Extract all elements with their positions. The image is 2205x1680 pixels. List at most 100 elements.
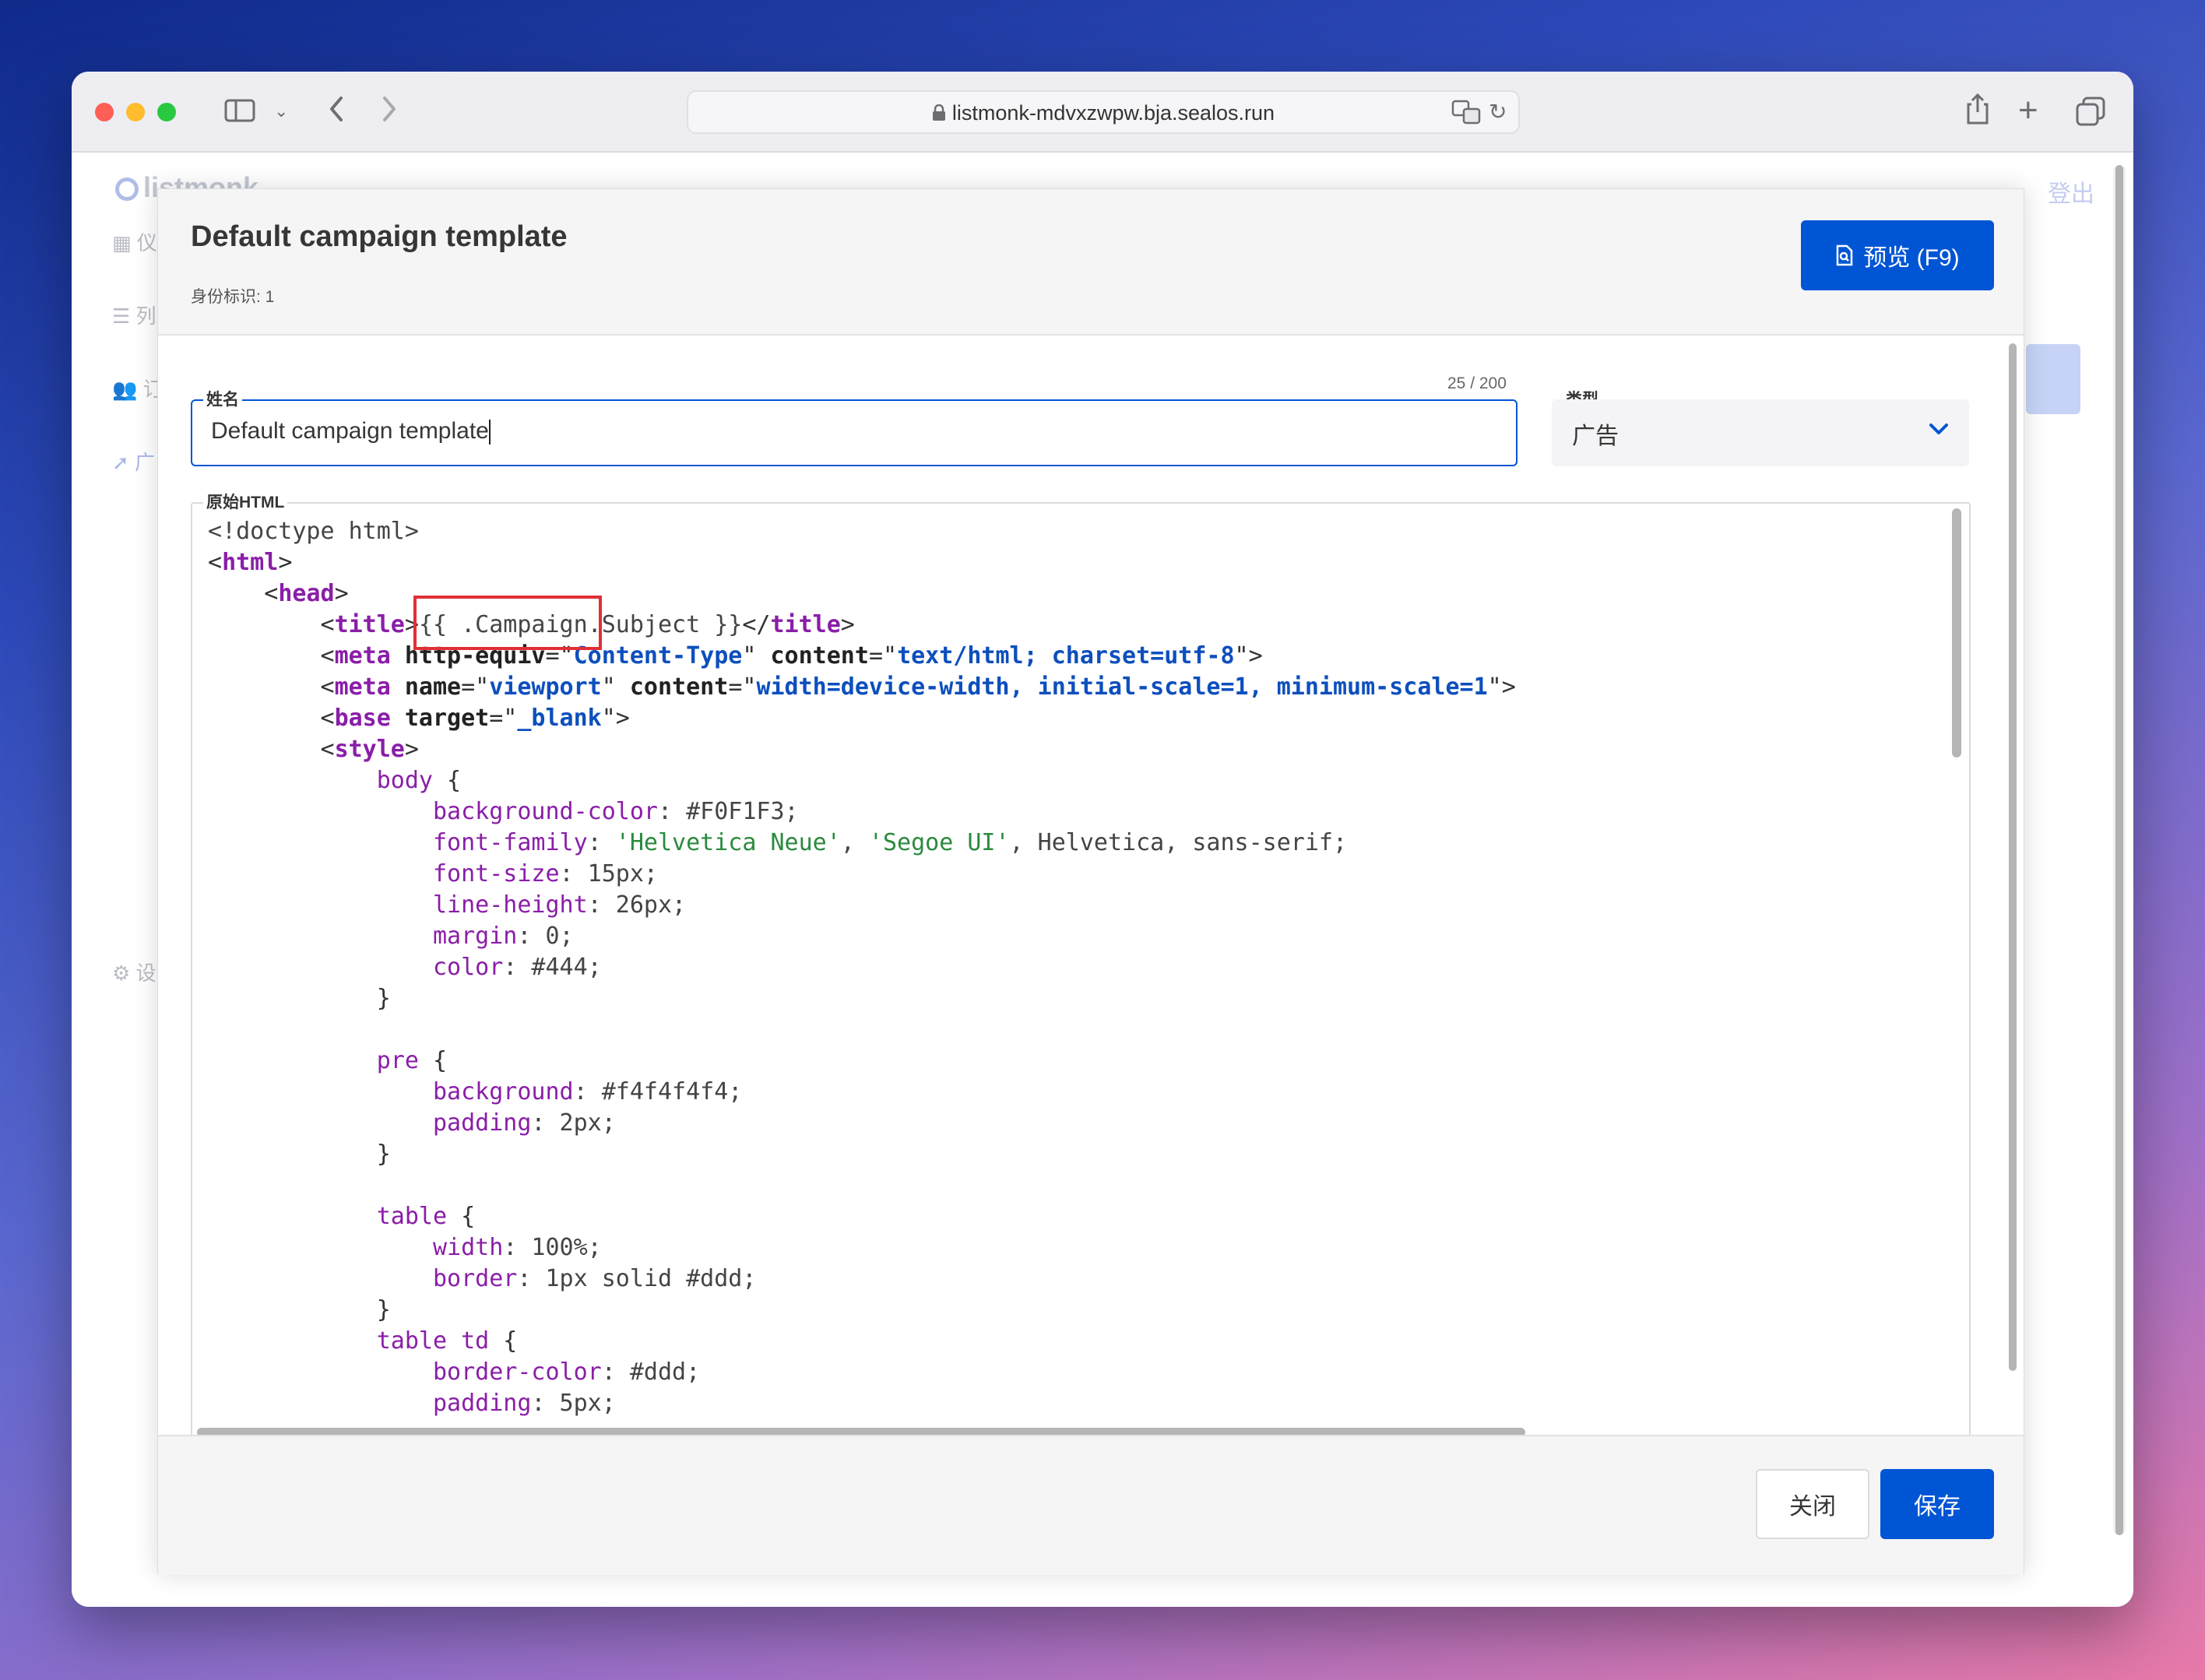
code-token: =" <box>728 673 757 701</box>
code-line: width: 100%; <box>208 1232 1946 1264</box>
code-token: margin <box>208 923 518 950</box>
dashboard-icon[interactable]: ▦ 仪 <box>112 227 157 256</box>
browser-toolbar: ⌄ listmonk-mdvxzwpw.bja.sealos.run ↻ + <box>72 72 2133 153</box>
code-token: > <box>278 549 293 576</box>
code-token: font-family <box>208 829 588 856</box>
code-line: background: #f4f4f4f4; <box>208 1077 1946 1108</box>
raw-html-label: 原始HTML <box>203 490 288 513</box>
code-line: } <box>208 1295 1946 1326</box>
reload-icon[interactable]: ↻ <box>1489 101 1507 123</box>
code-token: line-height <box>208 891 588 919</box>
code-token: </ <box>742 611 771 638</box>
code-token: _blank <box>517 705 602 732</box>
sidebar-item-dashboard: 仪 <box>136 231 157 255</box>
minimize-window-button[interactable] <box>126 103 145 121</box>
code-token: html <box>222 549 279 576</box>
code-line: border: 1px solid #ddd; <box>208 1264 1946 1295</box>
page-scrollbar-thumb[interactable] <box>2115 165 2123 1535</box>
file-search-icon <box>1837 244 1853 266</box>
tab-overview-icon[interactable] <box>2076 97 2105 131</box>
users-icon[interactable]: 👥 订 <box>112 374 164 402</box>
code-token: content <box>756 642 869 670</box>
chevron-down-icon <box>1929 416 1949 443</box>
code-token: =" <box>489 705 518 732</box>
lock-icon <box>932 104 945 121</box>
code-token: meta <box>334 642 391 670</box>
code-token: } <box>208 1141 391 1168</box>
editor-vertical-scrollbar[interactable] <box>1949 508 1964 1419</box>
code-line: <style> <box>208 734 1946 765</box>
code-token: : #f4f4f4f4; <box>573 1078 743 1105</box>
share-icon[interactable] <box>1965 93 1990 129</box>
url-text: listmonk-mdvxzwpw.bja.sealos.run <box>688 101 1518 125</box>
list-icon[interactable]: ☰ 列 <box>112 301 156 329</box>
code-token: background <box>208 1078 574 1105</box>
code-token: =" <box>461 673 490 701</box>
code-line: } <box>208 1419 1946 1422</box>
sidebar-toggle-icon[interactable] <box>224 98 255 128</box>
gear-icon[interactable]: ⚙ 设 <box>112 958 156 986</box>
code-token: < <box>208 705 335 732</box>
code-token: < <box>208 611 335 638</box>
code-token: meta <box>334 673 391 701</box>
browser-window: ⌄ listmonk-mdvxzwpw.bja.sealos.run ↻ + l… <box>72 72 2133 1607</box>
logout-link[interactable]: 登出 <box>2048 174 2094 209</box>
code-token: text/html; charset=utf-8 <box>897 642 1235 670</box>
code-token: < <box>208 642 335 670</box>
translate-icon[interactable] <box>1451 100 1481 128</box>
code-token: , Helvetica, sans-serif; <box>1009 829 1348 856</box>
code-line: <base target="_blank"> <box>208 703 1946 734</box>
rocket-icon[interactable]: ➚ 广 <box>112 447 155 476</box>
close-window-button[interactable] <box>95 103 114 121</box>
code-line: background-color: #F0F1F3; <box>208 796 1946 828</box>
code-line: font-size: 15px; <box>208 859 1946 890</box>
sidebar-item-settings: 设 <box>135 961 156 985</box>
code-token: } <box>208 985 391 1012</box>
code-token: padding <box>208 1109 532 1137</box>
raw-html-editor[interactable]: <!doctype html> <html> <head> <title>{{ .… <box>191 502 1971 1446</box>
code-token: body <box>208 767 433 794</box>
code-line: } <box>208 983 1946 1014</box>
code-line: color: #444; <box>208 952 1946 983</box>
close-button[interactable]: 关闭 <box>1756 1469 1869 1539</box>
type-select[interactable]: 广告 <box>1552 399 1969 466</box>
code-token: 'Helvetica Neue' <box>615 829 841 856</box>
new-tab-icon[interactable]: + <box>2018 93 2038 128</box>
code-token: < <box>208 673 335 701</box>
code-token: : 0; <box>517 923 574 950</box>
code-token: target <box>390 705 490 732</box>
save-button[interactable]: 保存 <box>1880 1469 1994 1539</box>
forward-arrow-icon[interactable] <box>380 95 399 128</box>
code-token: padding <box>208 1390 532 1417</box>
code-token: : 100%; <box>503 1234 602 1261</box>
address-bar[interactable]: listmonk-mdvxzwpw.bja.sealos.run ↻ <box>687 90 1520 134</box>
code-token: : #ddd; <box>601 1358 701 1386</box>
code-token: background-color <box>208 798 658 825</box>
code-token: { <box>418 1047 448 1074</box>
modal-body-scrollbar[interactable] <box>2006 343 2019 1371</box>
code-line: } <box>208 1139 1946 1170</box>
code-token: "> <box>601 705 630 732</box>
code-line: <html> <box>208 547 1946 578</box>
code-token: > <box>840 611 855 638</box>
text-caret <box>488 420 491 445</box>
code-token: : 26px; <box>587 891 687 919</box>
back-arrow-icon[interactable] <box>327 95 346 128</box>
logo-icon <box>115 177 139 202</box>
zoom-window-button[interactable] <box>157 103 176 121</box>
page-scrollbar[interactable] <box>2113 165 2126 1535</box>
code-line: table td { <box>208 1326 1946 1357</box>
name-input[interactable]: Default campaign template <box>191 399 1517 466</box>
preview-button[interactable]: 预览 (F9) <box>1801 220 1994 290</box>
background-action-button <box>2026 344 2080 414</box>
code-token: : 1px solid #ddd; <box>517 1265 757 1292</box>
chevron-down-icon[interactable]: ⌄ <box>274 103 288 120</box>
code-token: table td <box>208 1327 490 1355</box>
editor-vertical-scrollbar-thumb[interactable] <box>1952 508 1961 757</box>
url-value: listmonk-mdvxzwpw.bja.sealos.run <box>951 101 1275 125</box>
code-line: <meta name="viewport" content="width=dev… <box>208 672 1946 703</box>
code-line: table { <box>208 1201 1946 1232</box>
code-token: content <box>615 673 729 701</box>
modal-body-scrollbar-thumb[interactable] <box>2009 343 2017 1371</box>
